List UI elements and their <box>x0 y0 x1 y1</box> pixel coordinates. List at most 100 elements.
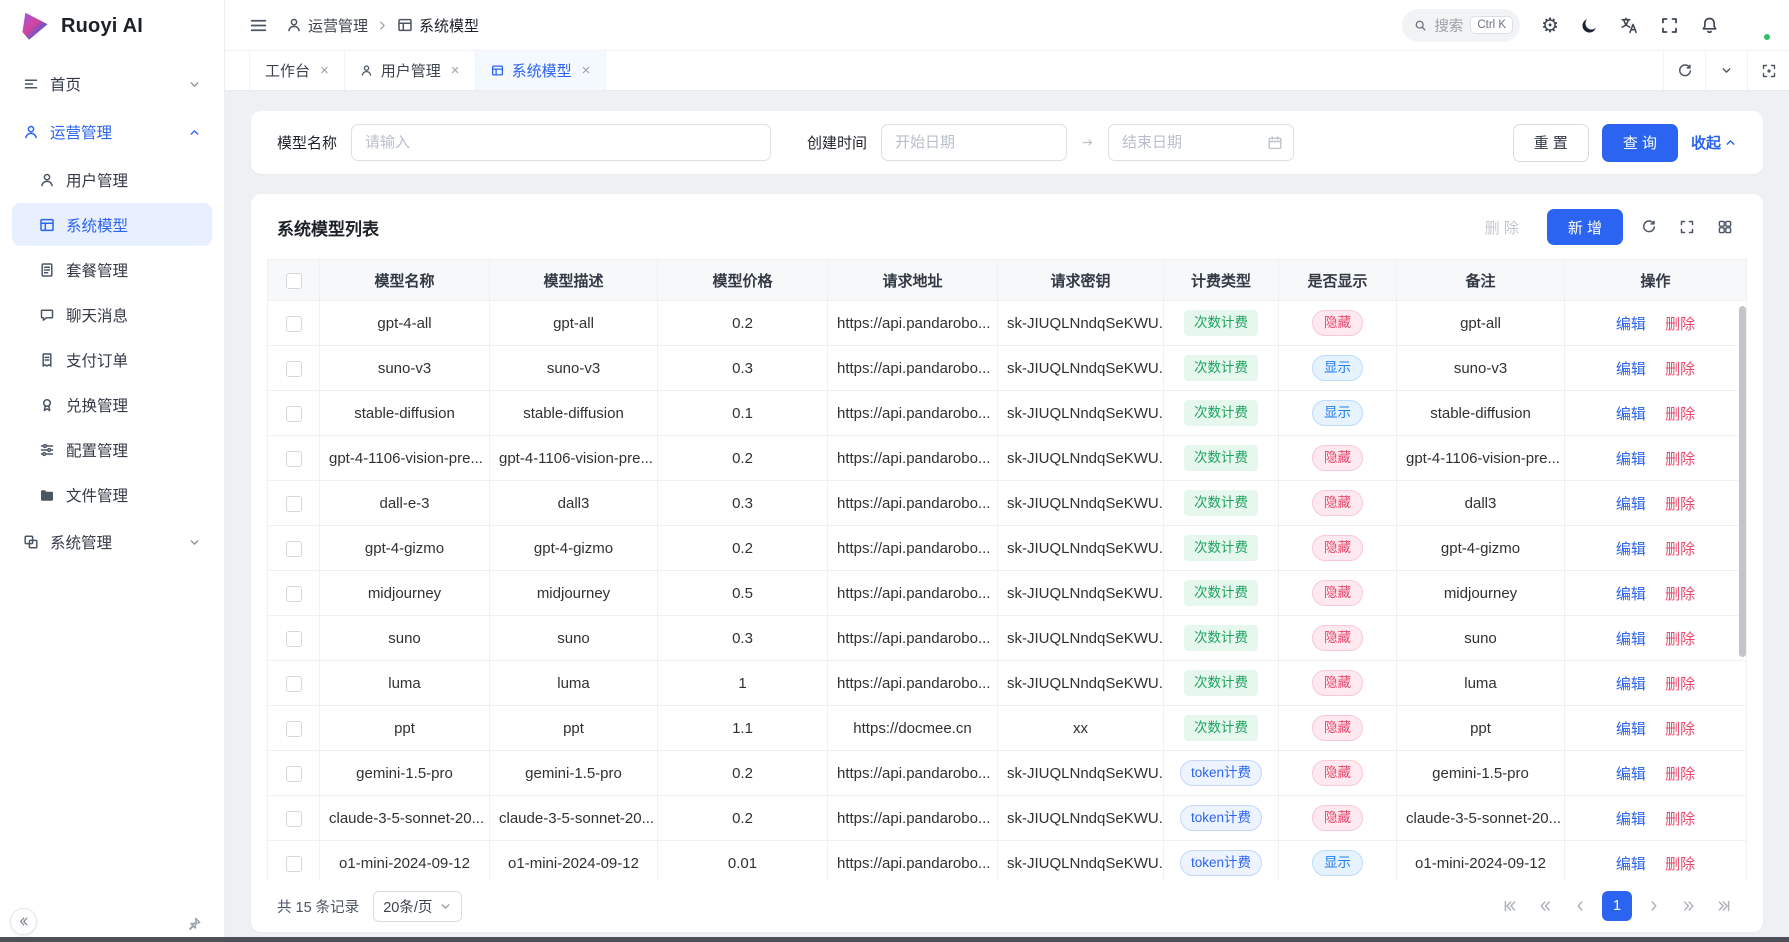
edit-link[interactable]: 编辑 <box>1616 766 1646 783</box>
table-scrollbar[interactable] <box>1737 302 1747 878</box>
menu-toggle-button[interactable] <box>249 16 268 35</box>
add-button[interactable]: 新 增 <box>1547 209 1623 245</box>
delete-link[interactable]: 删除 <box>1665 316 1695 333</box>
cell-request-key: sk-JIUQLNndqSeKWU... <box>998 571 1164 616</box>
content-fullscreen-button[interactable] <box>1747 51 1789 90</box>
delete-link[interactable]: 删除 <box>1665 631 1695 648</box>
row-checkbox[interactable] <box>286 721 302 737</box>
prev-page-button[interactable] <box>1567 892 1593 920</box>
end-date-input[interactable] <box>1108 124 1294 161</box>
collapse-filter-button[interactable]: 收起 <box>1691 132 1737 153</box>
row-checkbox[interactable] <box>286 316 302 332</box>
edit-link[interactable]: 编辑 <box>1616 316 1646 333</box>
row-checkbox[interactable] <box>286 361 302 377</box>
delete-link[interactable]: 删除 <box>1665 496 1695 513</box>
refresh-page-button[interactable] <box>1663 51 1705 90</box>
app-logo[interactable]: Ruoyi AI <box>0 0 224 52</box>
start-date-input[interactable] <box>881 124 1067 161</box>
scrollbar-thumb[interactable] <box>1739 306 1746 657</box>
filter-actions: 重 置 查 询 收起 <box>1513 124 1737 162</box>
table-fullscreen-button[interactable] <box>1675 215 1699 239</box>
sidebar-collapse-button[interactable] <box>10 908 37 935</box>
delete-link[interactable]: 删除 <box>1665 676 1695 693</box>
sidebar-item-redeem[interactable]: 兑换管理 <box>12 383 212 426</box>
global-search[interactable]: 搜索 Ctrl K <box>1402 9 1520 42</box>
tab-user-management[interactable]: 用户管理 × <box>345 51 476 90</box>
sidebar-item-operations[interactable]: 运营管理 <box>12 110 212 154</box>
row-checkbox[interactable] <box>286 811 302 827</box>
row-checkbox[interactable] <box>286 406 302 422</box>
first-page-button[interactable] <box>1497 892 1523 920</box>
close-icon[interactable]: × <box>582 63 591 78</box>
edit-link[interactable]: 编辑 <box>1616 856 1646 873</box>
delete-link[interactable]: 删除 <box>1665 586 1695 603</box>
sidebar-item-chat-messages[interactable]: 聊天消息 <box>12 293 212 336</box>
settings-button[interactable]: ⚙ <box>1541 15 1559 35</box>
sidebar-item-system-management[interactable]: 系统管理 <box>12 520 212 564</box>
row-checkbox[interactable] <box>286 451 302 467</box>
edit-link[interactable]: 编辑 <box>1616 721 1646 738</box>
row-checkbox[interactable] <box>286 631 302 647</box>
page-size-select[interactable]: 20条/页 <box>373 891 462 922</box>
edit-link[interactable]: 编辑 <box>1616 361 1646 378</box>
sidebar-item-files[interactable]: 文件管理 <box>12 473 212 516</box>
edit-link[interactable]: 编辑 <box>1616 451 1646 468</box>
delete-link[interactable]: 删除 <box>1665 721 1695 738</box>
edit-link[interactable]: 编辑 <box>1616 676 1646 693</box>
end-date-field <box>1108 124 1294 161</box>
edit-link[interactable]: 编辑 <box>1616 586 1646 603</box>
delete-link[interactable]: 删除 <box>1665 856 1695 873</box>
row-checkbox[interactable] <box>286 856 302 872</box>
notifications-button[interactable] <box>1700 16 1719 35</box>
tab-system-models[interactable]: 系统模型 × <box>476 51 607 90</box>
current-page-button[interactable]: 1 <box>1602 891 1632 921</box>
delete-link[interactable]: 删除 <box>1665 451 1695 468</box>
delete-selected-button[interactable]: 删 除 <box>1471 209 1533 245</box>
delete-link[interactable]: 删除 <box>1665 766 1695 783</box>
query-button[interactable]: 查 询 <box>1602 124 1678 162</box>
breadcrumb-item-operations[interactable]: 运营管理 <box>286 15 368 36</box>
sidebar-item-packages[interactable]: 套餐管理 <box>12 248 212 291</box>
delete-link[interactable]: 删除 <box>1665 541 1695 558</box>
row-checkbox[interactable] <box>286 541 302 557</box>
pin-sidebar-button[interactable] <box>186 916 202 932</box>
sidebar-item-config[interactable]: 配置管理 <box>12 428 212 471</box>
user-avatar[interactable] <box>1740 10 1771 41</box>
model-name-input[interactable] <box>351 124 771 161</box>
language-button[interactable] <box>1620 16 1639 35</box>
row-checkbox[interactable] <box>286 586 302 602</box>
delete-link[interactable]: 删除 <box>1665 361 1695 378</box>
close-icon[interactable]: × <box>451 63 460 78</box>
breadcrumb-item-system-models[interactable]: 系统模型 <box>397 15 479 36</box>
sidebar-item-home[interactable]: 首页 <box>12 62 212 106</box>
last-page-button[interactable] <box>1711 892 1737 920</box>
row-checkbox[interactable] <box>286 496 302 512</box>
dark-mode-button[interactable] <box>1580 16 1599 35</box>
edit-link[interactable]: 编辑 <box>1616 406 1646 423</box>
sidebar-item-users[interactable]: 用户管理 <box>12 158 212 201</box>
fullscreen-button[interactable] <box>1660 16 1679 35</box>
breadcrumb-label: 运营管理 <box>308 15 368 36</box>
sidebar-item-system-models[interactable]: 系统模型 <box>12 203 212 246</box>
delete-link[interactable]: 删除 <box>1665 811 1695 828</box>
tab-workbench[interactable]: 工作台 × <box>249 51 345 90</box>
edit-link[interactable]: 编辑 <box>1616 811 1646 828</box>
jump-forward-button[interactable] <box>1676 892 1702 920</box>
select-all-checkbox[interactable] <box>286 273 302 289</box>
next-page-button[interactable] <box>1641 892 1667 920</box>
cell-model-name: o1-mini-2024-09-12 <box>320 841 490 881</box>
column-settings-button[interactable] <box>1713 215 1737 239</box>
delete-link[interactable]: 删除 <box>1665 406 1695 423</box>
cell-request-url: https://api.pandarobo... <box>828 661 998 706</box>
jump-back-button[interactable] <box>1532 892 1558 920</box>
reset-button[interactable]: 重 置 <box>1513 124 1589 162</box>
edit-link[interactable]: 编辑 <box>1616 541 1646 558</box>
edit-link[interactable]: 编辑 <box>1616 631 1646 648</box>
edit-link[interactable]: 编辑 <box>1616 496 1646 513</box>
sidebar-item-payment-orders[interactable]: 支付订单 <box>12 338 212 381</box>
close-icon[interactable]: × <box>320 63 329 78</box>
row-checkbox[interactable] <box>286 766 302 782</box>
tabs-menu-button[interactable] <box>1705 51 1747 90</box>
refresh-table-button[interactable] <box>1637 215 1661 239</box>
row-checkbox[interactable] <box>286 676 302 692</box>
